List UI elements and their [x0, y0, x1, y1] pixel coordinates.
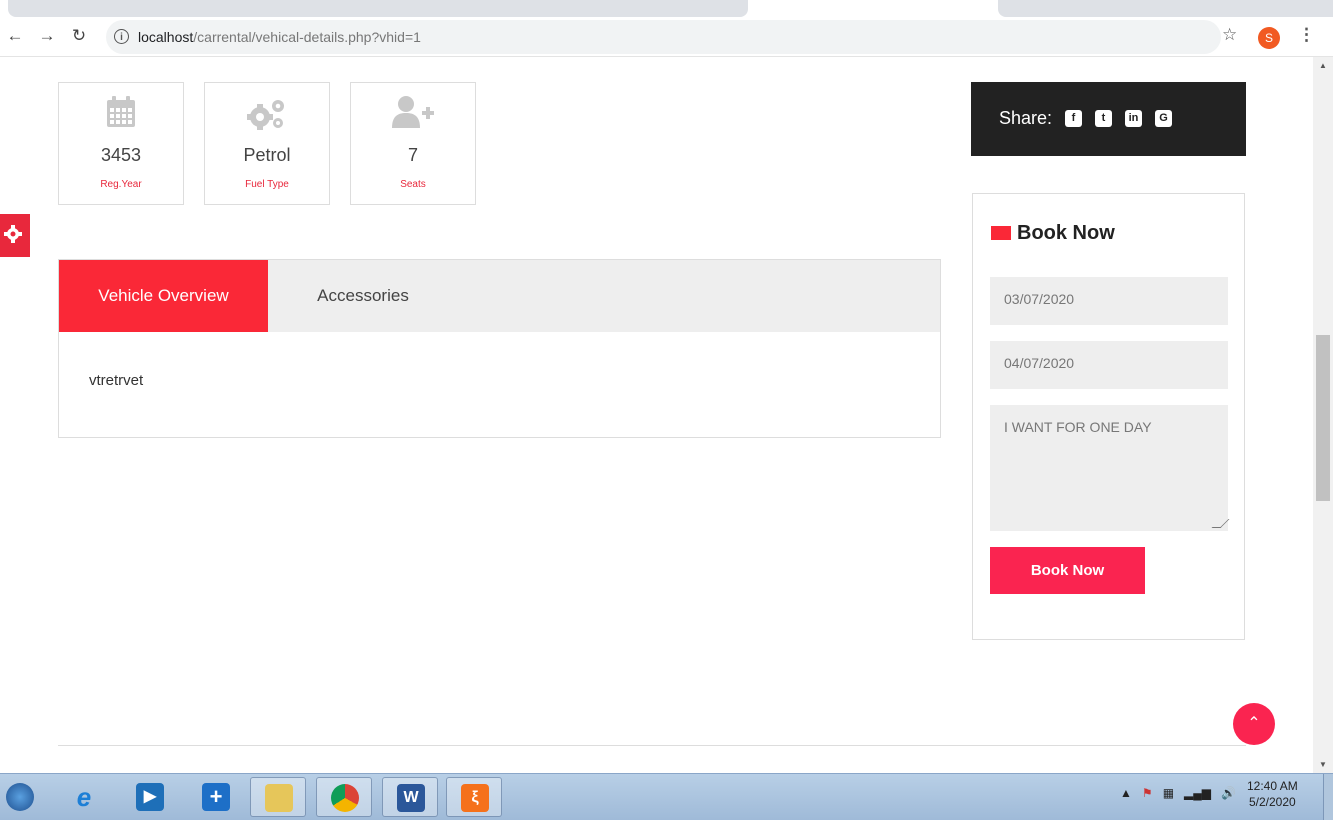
taskbar-word[interactable]: W: [382, 777, 438, 817]
from-date-field[interactable]: 03/07/2020: [990, 277, 1228, 325]
gears-icon: [205, 95, 329, 131]
taskbar-add-app[interactable]: +: [188, 777, 244, 817]
facebook-icon[interactable]: f: [1065, 110, 1082, 127]
browser-tab[interactable]: [8, 0, 748, 17]
seats-value: 7: [407, 145, 418, 165]
clock-time: 12:40 AM: [1247, 779, 1298, 793]
booking-title: Book Now: [991, 222, 1115, 245]
spec-card-seats: 7 Seats: [350, 82, 476, 205]
folder-icon: [265, 784, 293, 812]
browser-tab-strip: [0, 0, 1333, 18]
signal-icon[interactable]: ▂▄▆: [1184, 786, 1211, 800]
user-plus-icon: [351, 95, 475, 131]
scroll-down-arrow-icon[interactable]: ▼: [1319, 760, 1327, 769]
tab-vehicle-overview[interactable]: Vehicle Overview: [59, 260, 268, 332]
taskbar-xampp[interactable]: ξ: [446, 777, 502, 817]
vehicle-tabs-panel: Vehicle Overview Accessories vtretrvet: [58, 259, 941, 438]
chrome-icon: [331, 784, 359, 812]
start-button[interactable]: [0, 777, 56, 817]
bookmark-star-icon[interactable]: ☆: [1222, 25, 1237, 45]
google-plus-icon[interactable]: G: [1155, 110, 1172, 127]
message-textarea[interactable]: I WANT FOR ONE DAY: [990, 405, 1228, 531]
fuel-type-value: Petrol: [243, 145, 291, 165]
linkedin-icon[interactable]: in: [1125, 110, 1142, 127]
network-icon[interactable]: ▦: [1163, 786, 1174, 800]
media-player-icon: ▶: [136, 783, 164, 811]
calendar-icon: [59, 95, 183, 131]
booking-title-text: Book Now: [1017, 222, 1115, 244]
taskbar-chrome[interactable]: [316, 777, 372, 817]
taskbar-media-player[interactable]: ▶: [122, 777, 178, 817]
plus-icon: +: [202, 783, 230, 811]
to-date-field[interactable]: 04/07/2020: [990, 341, 1228, 389]
windows-taskbar: e ▶ + W ξ ▲ ⚑ ▦ ▂▄▆ 🔊 12:40 AM 5/2/2020: [0, 773, 1333, 820]
book-now-button[interactable]: Book Now: [990, 547, 1145, 594]
address-bar[interactable]: i localhost/carrental/vehical-details.ph…: [106, 20, 1221, 54]
info-icon[interactable]: i: [114, 29, 129, 44]
overview-description: vtretrvet: [89, 372, 144, 389]
profile-avatar[interactable]: S: [1258, 27, 1280, 49]
reload-icon[interactable]: ↻: [68, 25, 90, 47]
scrollbar-thumb[interactable]: [1316, 335, 1330, 501]
scroll-up-arrow-icon[interactable]: ▲: [1319, 61, 1327, 70]
footer-divider: [58, 745, 1246, 746]
forward-icon[interactable]: →: [36, 25, 58, 47]
reg-year-label: Reg.Year: [100, 179, 142, 190]
booking-form: Book Now 03/07/2020 04/07/2020 I WANT FO…: [972, 193, 1245, 640]
back-icon[interactable]: ←: [4, 25, 26, 47]
reg-year-value: 3453: [100, 145, 142, 165]
twitter-icon[interactable]: t: [1095, 110, 1112, 127]
tab-bar: Vehicle Overview Accessories: [59, 260, 940, 332]
xampp-icon: ξ: [461, 784, 489, 812]
internet-explorer-icon: e: [76, 782, 92, 812]
spec-card-reg-year: 3453 Reg.Year: [58, 82, 184, 205]
taskbar-clock[interactable]: 12:40 AM 5/2/2020: [1247, 778, 1298, 810]
flag-icon[interactable]: ⚑: [1142, 786, 1153, 800]
spec-card-fuel-type: Petrol Fuel Type: [204, 82, 330, 205]
volume-icon[interactable]: 🔊: [1221, 786, 1236, 800]
gear-icon: [4, 225, 22, 243]
url-text: localhost/carrental/vehical-details.php?…: [138, 29, 421, 45]
scroll-to-top-button[interactable]: ⌃: [1233, 703, 1275, 745]
tab-accessories[interactable]: Accessories: [268, 260, 458, 332]
envelope-icon: [991, 226, 1011, 240]
browser-toolbar: ← → ↻ i localhost/carrental/vehical-deta…: [0, 18, 1333, 57]
system-tray[interactable]: ▲ ⚑ ▦ ▂▄▆ 🔊: [1120, 786, 1236, 800]
page-scrollbar[interactable]: ▲ ▼: [1313, 57, 1333, 773]
tray-expand-icon[interactable]: ▲: [1120, 786, 1132, 800]
clock-date: 5/2/2020: [1248, 795, 1296, 809]
word-icon: W: [397, 784, 425, 812]
taskbar-internet-explorer[interactable]: e: [56, 777, 112, 817]
share-label: Share:: [999, 108, 1053, 128]
menu-kebab-icon[interactable]: ⋮: [1298, 25, 1315, 45]
seats-label: Seats: [400, 179, 426, 190]
windows-logo-icon: [6, 783, 34, 811]
browser-tab[interactable]: [998, 0, 1333, 17]
chevron-up-icon: ⌃: [1247, 715, 1261, 732]
show-desktop-button[interactable]: [1323, 774, 1333, 820]
taskbar-file-explorer[interactable]: [250, 777, 306, 817]
page-content: 3453 Reg.Year Petrol Fuel Type 7 Seats V…: [0, 57, 1313, 773]
fuel-type-label: Fuel Type: [245, 179, 289, 190]
settings-toggle-button[interactable]: [0, 214, 30, 257]
share-box: Share: f t in G: [971, 82, 1246, 156]
